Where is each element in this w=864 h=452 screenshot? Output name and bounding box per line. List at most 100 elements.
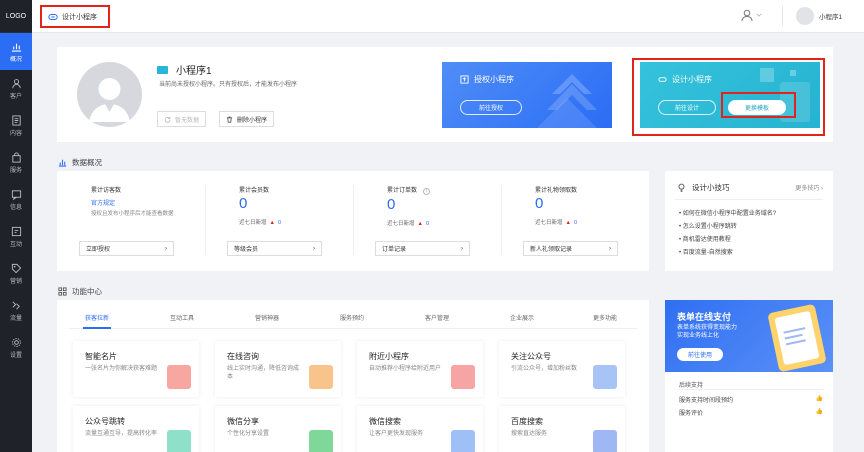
tab-enterprise[interactable]: 企业展示 [510,313,534,322]
document-icon [11,114,21,126]
tab-marketing[interactable]: 营销神器 [255,313,279,322]
function-card[interactable]: 微信分享 个性化分享设置 [215,406,341,452]
order-records-button[interactable]: 订单记录 › [375,241,470,256]
form-payment-banner[interactable]: 表单在线支付 表单系统获得变现能力 实现业务线上化 前往使用 [665,300,833,372]
miniprogram-desc: 当前尚未授权小程序。只有授权后，才能发布小程序 [159,82,298,88]
tips-heading: 设计小技巧 [677,182,730,193]
link-icon [48,13,58,20]
sidebar-item-content[interactable]: 内容 [0,107,32,144]
miniprogram-name: 小程序1 [176,66,212,77]
tab-interaction-tools[interactable]: 互动工具 [170,313,194,322]
design-miniprogram-tab[interactable]: 设计小程序 [40,5,110,28]
chevron-right-icon: › [609,245,611,252]
stat-label: 累计订单数 i [387,185,527,195]
bar-chart-icon [58,159,67,167]
header-user[interactable]: 小程序1 [796,7,842,25]
authorize-banner-title: 授权小程序 [460,74,514,85]
tip-item[interactable]: • 商机雷达使用教程 [679,234,731,243]
tab-customer-management[interactable]: 客户管理 [425,313,449,322]
sidebar-item-traffic[interactable]: 流量 [0,292,32,329]
tab-acquire[interactable]: 获客拉新 [85,313,109,322]
promo-card: 表单在线支付 表单系统获得变现能力 实现业务线上化 前往使用 后续支持 服务支持时… [665,300,833,452]
function-card[interactable]: 关注公众号 引流公众号，增加粉丝数 [499,341,625,397]
sidebar-item-settings[interactable]: 设置 [0,329,32,366]
function-card[interactable]: 在线咨询 线上实时沟通，降低咨询成本 [215,341,341,397]
stat-orders: 累计订单数 i 0 近七日新增 ▲ 0 [387,185,527,227]
interaction-icon [11,226,21,236]
stat-value: 0 [239,195,248,212]
sidebar-item-label: 信息 [9,204,22,211]
function-card[interactable]: 附近小程序 自动推荐小程序给附近用户 [357,341,483,397]
function-card-desc: 个性化分享设置 [227,431,270,437]
tab-booking[interactable]: 服务预约 [340,313,364,322]
stat-label: 累计会员数 [239,188,270,194]
stat-members: 累计会员数 0 近七日新增 ▲ 0 [239,185,379,226]
function-card[interactable]: 微信搜索 让客户更快发现服务 [357,406,483,452]
function-center-heading: 功能中心 [58,286,102,297]
divider [353,185,354,255]
redirect-illustration [167,430,191,452]
sidebar-item-label: 营销 [9,278,22,285]
tip-item[interactable]: • 怎么设置小程序跳转 [679,221,737,230]
account-menu[interactable] [740,8,762,22]
function-card-title: 公众号跳转 [85,417,125,426]
function-card-title: 百度搜索 [511,417,543,426]
sidebar-item-overview[interactable]: 概况 [0,33,32,70]
lightbulb-icon [678,183,685,192]
sidebar-item-customers[interactable]: 客户 [0,70,32,107]
function-card[interactable]: 百度搜索 搜索直达服务 [499,406,625,452]
tab-more-functions[interactable]: 更多功能 [593,313,617,322]
pause-button[interactable]: 暂无数据 [157,111,207,127]
function-center-title: 功能中心 [72,287,102,296]
sidebar-item-marketing[interactable]: 营销 [0,255,32,292]
function-card-desc: 让客户更快发现服务 [369,431,424,437]
function-card-title: 关注公众号 [511,352,551,361]
sidebar-item-message[interactable]: 信息 [0,181,32,218]
function-center-card: 获客拉新 互动工具 营销神器 服务预约 客户管理 企业展示 更多功能 智能名片 … [57,300,649,452]
chevron-down-icon [756,13,762,17]
official-rule-link[interactable]: 官方规定 [91,198,231,207]
go-authorize-button[interactable]: 前往授权 [460,100,522,115]
sidebar-item-label: 服务 [9,167,22,174]
function-card-title: 微信搜索 [369,417,401,426]
sidebar-item-service[interactable]: 服务 [0,144,32,181]
function-card-desc: 引流公众号，增加粉丝数 [511,366,578,372]
wechat-search-illustration [451,430,475,452]
member-level-button[interactable]: 等级会员 › [227,241,322,256]
data-overview-card: 累计访客数 官方规定 授权且发布小程序后才能查看数据 立即授权 › 累计会员数 … [57,171,649,271]
tip-item[interactable]: • 如何在微信小程序中配置业务域名? [679,208,776,217]
pause-button-label: 暂无数据 [175,117,200,124]
header-divider [782,6,783,26]
more-tips-link[interactable]: 更多技巧 › [795,183,823,192]
flow-icon [12,301,20,309]
thumbs-up-icon: 👍 [815,409,823,415]
data-overview-title: 数据概况 [72,158,102,167]
gift-records-button[interactable]: 新人礼领取记录 › [523,241,618,256]
arrow-decoration [537,74,597,128]
function-card-title: 智能名片 [85,352,117,361]
function-card[interactable]: 公众号跳转 流量互通互导，提高转化率 [73,406,199,452]
stat-label: 累计访客数 [91,188,122,194]
follow-illustration [593,365,617,389]
chart-icon [11,43,21,52]
promo-item[interactable]: 服务支持时间段预约 [679,395,733,404]
gear-icon [11,337,21,347]
go-use-button[interactable]: 前往使用 [677,348,723,361]
sidebar-item-label: 设置 [9,352,22,359]
authorize-now-button[interactable]: 立即授权 › [79,241,174,256]
delete-miniprogram-button[interactable]: 删除小程序 [219,111,275,127]
stat-sub: 近七日新增 ▲ 0 [239,220,282,226]
trash-icon [226,115,233,123]
function-card[interactable]: 智能名片 一张名片为你解决获客难题 [73,341,199,397]
tips-title: 设计小技巧 [692,183,730,192]
chevron-right-icon: › [165,245,167,252]
tip-item[interactable]: • 百度流量-自然搜索 [679,247,733,256]
promo-item[interactable]: 服务评价 [679,408,703,417]
sidebar-item-interaction[interactable]: 互动 [0,218,32,255]
divider [679,389,823,390]
sidebar: LOGO 概况 客户 内容 服务 信息 互动 营销 流量 设置 [0,0,32,452]
info-icon[interactable]: i [422,188,430,195]
function-card-desc: 搜索直达服务 [511,431,548,437]
function-card-title: 微信分享 [227,417,259,426]
miniprogram-badge-icon [157,65,168,74]
